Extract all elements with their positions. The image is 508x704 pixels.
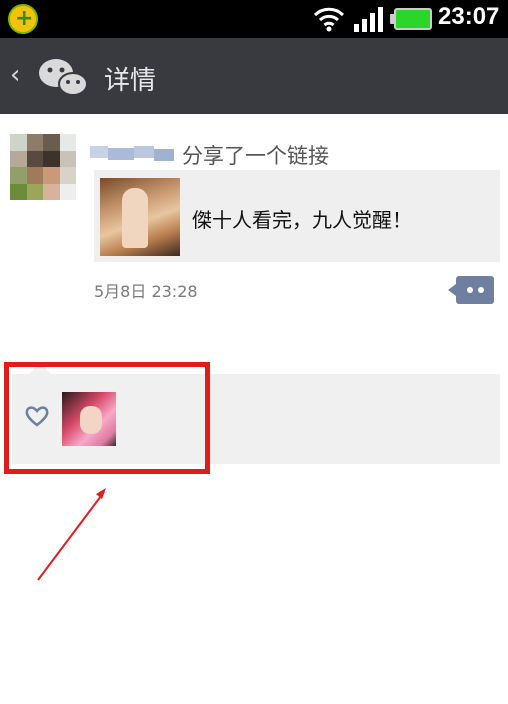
status-clock: 23:07	[438, 3, 500, 30]
battery-icon	[394, 8, 432, 30]
link-thumbnail	[100, 178, 180, 256]
back-chevron-icon[interactable]: ‹	[10, 62, 20, 88]
post-timestamp: 5月8日 23:28	[94, 282, 198, 301]
comment-icon[interactable]	[448, 276, 494, 304]
wechat-logo-icon[interactable]	[36, 56, 90, 98]
highlight-annotation-box	[4, 362, 210, 474]
link-title: 傑十人看完，九人觉醒！	[192, 208, 412, 232]
status-bar: + 23:07	[0, 0, 508, 38]
shared-link-card[interactable]: 傑十人看完，九人觉醒！	[94, 170, 500, 262]
app-notification-icon: +	[8, 4, 38, 34]
wifi-icon	[313, 7, 345, 32]
post-action-text: 分享了一个链接	[182, 144, 329, 168]
annotation-arrow	[37, 488, 106, 581]
username-pixelated[interactable]	[90, 144, 174, 164]
avatar[interactable]	[10, 134, 76, 200]
page-title: 详情	[104, 66, 157, 96]
signal-icon	[354, 7, 383, 32]
